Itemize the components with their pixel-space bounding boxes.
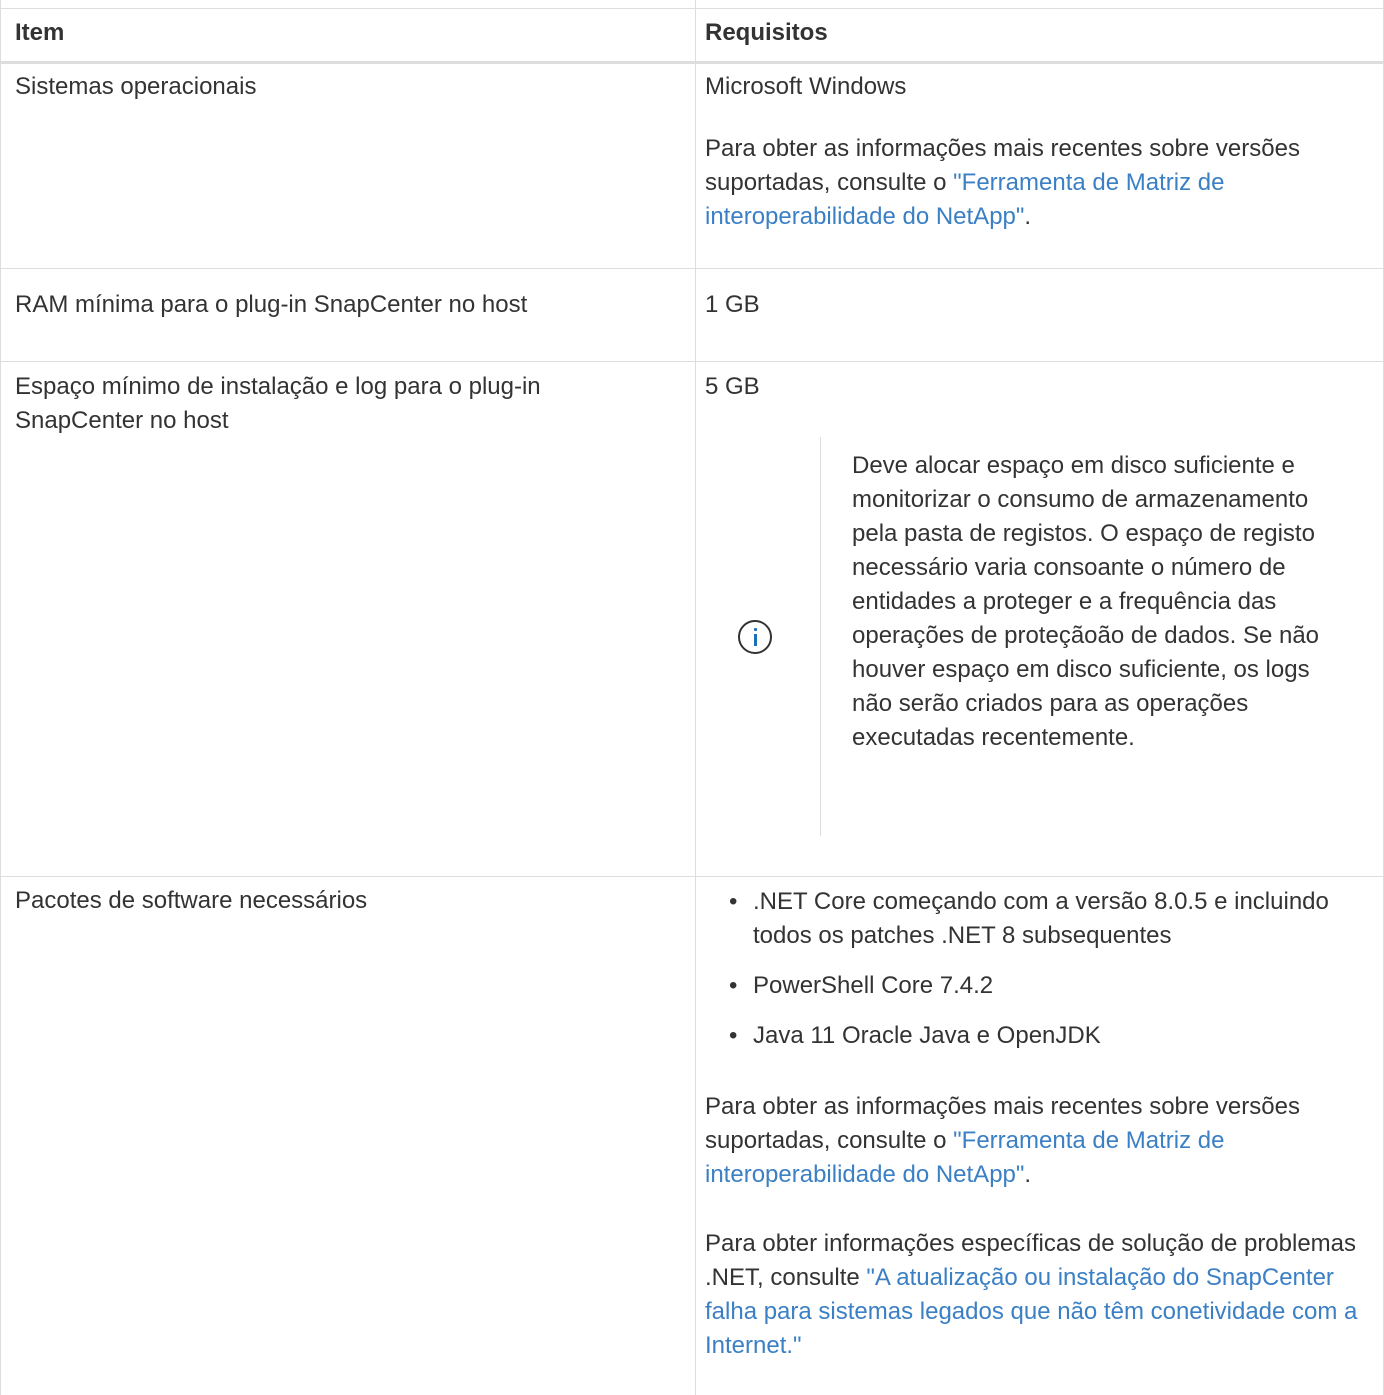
row3-item: Espaço mínimo de instalação e log para o…: [15, 373, 541, 434]
header-bottom-border: [1, 61, 1384, 64]
column-divider: [695, 0, 696, 1395]
row-divider: [1, 876, 1384, 877]
row3-requirements: 5 GB: [705, 373, 760, 400]
list-item: • PowerShell Core 7.4.2: [729, 972, 994, 999]
header-requisitos: Requisitos: [705, 19, 828, 46]
requirements-table: Item Requisitos Sistemas operacionais Mi…: [0, 0, 1384, 1395]
note-divider: [820, 437, 821, 836]
row2-item: RAM mínima para o plug-in SnapCenter no …: [15, 291, 528, 318]
row4-item: Pacotes de software necessários: [15, 887, 368, 914]
row4-paragraph2: Para obter informações específicas de so…: [705, 1230, 1358, 1359]
list-item: • Java 11 Oracle Java e OpenJDK: [729, 1022, 1101, 1049]
software-packages-list: • .NET Core começando com a versão 8.0.5 …: [729, 885, 1369, 1053]
note-text: Deve alocar espaço em disco suficiente e…: [852, 452, 1320, 751]
table-top-border: [1, 8, 1384, 9]
row1-para-suffix: .: [1024, 203, 1032, 230]
row1-item: Sistemas operacionais: [15, 73, 257, 100]
row1-requirements: Microsoft Windows Para obter as informaç…: [705, 70, 1365, 234]
info-icon: [738, 620, 772, 654]
list-item: • .NET Core começando com a versão 8.0.5 …: [729, 888, 1329, 949]
row1-os-name: Microsoft Windows: [705, 73, 907, 100]
header-item: Item: [15, 19, 65, 46]
row-divider: [1, 361, 1384, 362]
row4-paragraph1: Para obter as informações mais recentes …: [705, 1093, 1300, 1188]
row-divider: [1, 268, 1384, 269]
row2-requirements: 1 GB: [705, 291, 760, 318]
row1-paragraph: Para obter as informações mais recentes …: [705, 132, 1365, 234]
